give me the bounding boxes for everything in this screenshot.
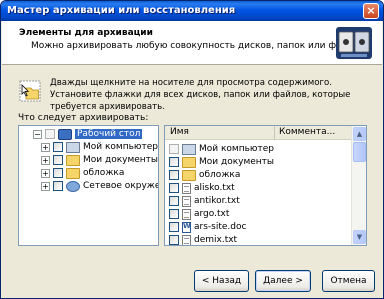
list-item-checkbox[interactable]: [169, 144, 179, 154]
list-item-checkbox[interactable]: [169, 222, 179, 232]
list-item-label: alisko.txt: [194, 183, 235, 193]
backup-wizard-window: Мастер архивации или восстановления × Эл…: [0, 0, 384, 299]
expand-icon[interactable]: +: [41, 181, 50, 191]
tree-item-label: обложка: [83, 168, 125, 178]
title-bar[interactable]: Мастер архивации или восстановления ×: [1, 1, 383, 21]
list-item[interactable]: обложка: [169, 169, 240, 181]
folder-icon: [66, 154, 80, 166]
double-click-folder-icon: [19, 80, 41, 102]
tree-item-my-documents[interactable]: + Мои документы: [41, 154, 158, 166]
column-header-name[interactable]: Имя: [165, 126, 275, 140]
backup-wizard-icon: [336, 27, 372, 59]
list-item-label: argo.txt: [194, 209, 230, 219]
tree-checkbox-desktop[interactable]: [45, 129, 55, 139]
tree-checkbox-my-documents[interactable]: [53, 155, 63, 165]
next-button[interactable]: Далее >: [255, 270, 311, 292]
scroll-down-button[interactable]: ▼: [353, 230, 366, 244]
text-file-icon: [182, 182, 191, 194]
list-item-label: ars-site.doc: [194, 222, 247, 232]
expand-icon[interactable]: +: [41, 155, 50, 165]
page-subtitle: Можно архивировать любую совокупность ди…: [31, 41, 367, 51]
list-item-checkbox[interactable]: [169, 170, 179, 180]
tree-checkbox-oblozhka[interactable]: [53, 168, 63, 178]
list-column-header: Имя Коммента...: [165, 126, 352, 140]
list-item[interactable]: ars-site.doc: [169, 221, 246, 233]
computer-icon: [182, 143, 196, 155]
tree-item-label: Сетевое окружение: [83, 181, 158, 191]
tree-item-desktop[interactable]: − Рабочий стол: [33, 128, 143, 140]
folder-icon: [182, 156, 196, 168]
window-title: Мастер архивации или восстановления: [7, 5, 236, 16]
list-item-checkbox[interactable]: [169, 209, 179, 219]
text-file-icon: [182, 234, 191, 245]
list-item-checkbox[interactable]: [169, 157, 179, 167]
wizard-header: Элементы для архивации Можно архивироват…: [2, 21, 382, 65]
tree-checkbox-my-computer[interactable]: [53, 142, 63, 152]
tree-item-label: Мои документы: [83, 155, 159, 165]
collapse-icon[interactable]: −: [33, 129, 42, 139]
tree-item-my-computer[interactable]: + Мой компьютер: [41, 141, 158, 153]
folder-icon: [182, 169, 196, 181]
folder-tree[interactable]: − Рабочий стол + Мой компьютер + Мои док…: [18, 125, 159, 246]
cancel-button[interactable]: Отмена: [322, 270, 375, 292]
list-vertical-scrollbar[interactable]: ▲ ▼: [351, 126, 366, 245]
column-header-comment[interactable]: Коммента...: [276, 126, 352, 140]
tree-item-network[interactable]: + Сетевое окружение: [41, 180, 158, 192]
expand-icon[interactable]: +: [41, 142, 50, 152]
down-arrow-icon: ▼: [356, 233, 363, 241]
list-item-label: Мои документы: [199, 157, 275, 167]
list-item[interactable]: antikor.txt: [169, 195, 240, 207]
close-icon: ×: [366, 4, 376, 17]
tree-item-label: Мой компьютер: [83, 142, 158, 152]
file-list[interactable]: Имя Коммента... Мой компьютер Мои докуме…: [164, 125, 367, 246]
list-item[interactable]: Мои документы: [169, 156, 274, 168]
text-file-icon: [182, 208, 191, 220]
network-icon: [66, 180, 80, 192]
list-item[interactable]: demix.txt: [169, 234, 238, 245]
page-title: Элементы для архивации: [19, 28, 153, 38]
word-doc-icon: [182, 221, 191, 233]
up-arrow-icon: ▲: [356, 130, 363, 138]
list-item-label: обложка: [199, 170, 241, 180]
tree-label: Что следует архивировать:: [18, 113, 149, 123]
folder-icon: [66, 167, 80, 179]
list-item[interactable]: alisko.txt: [169, 182, 235, 194]
close-button[interactable]: ×: [363, 3, 379, 19]
list-item[interactable]: Мой компьютер: [169, 143, 274, 155]
list-item-checkbox[interactable]: [169, 235, 179, 245]
scroll-up-button[interactable]: ▲: [353, 127, 366, 141]
back-button[interactable]: < Назад: [194, 270, 249, 292]
expand-icon[interactable]: +: [41, 168, 50, 178]
scroll-thumb[interactable]: [353, 142, 366, 162]
list-item-checkbox[interactable]: [169, 183, 179, 193]
list-item[interactable]: argo.txt: [169, 208, 229, 220]
list-item-checkbox[interactable]: [169, 196, 179, 206]
list-item-label: antikor.txt: [194, 196, 240, 206]
tree-item-oblozhka[interactable]: + обложка: [41, 167, 124, 179]
list-item-label: demix.txt: [194, 235, 238, 245]
instructions-text: Дважды щелкните на носителе для просмотр…: [50, 78, 351, 112]
list-item-label: Мой компьютер: [199, 144, 274, 154]
tree-item-label: Рабочий стол: [75, 129, 143, 139]
text-file-icon: [182, 195, 191, 207]
computer-icon: [66, 141, 80, 153]
desktop-icon: [58, 128, 72, 140]
tree-checkbox-network[interactable]: [53, 181, 63, 191]
